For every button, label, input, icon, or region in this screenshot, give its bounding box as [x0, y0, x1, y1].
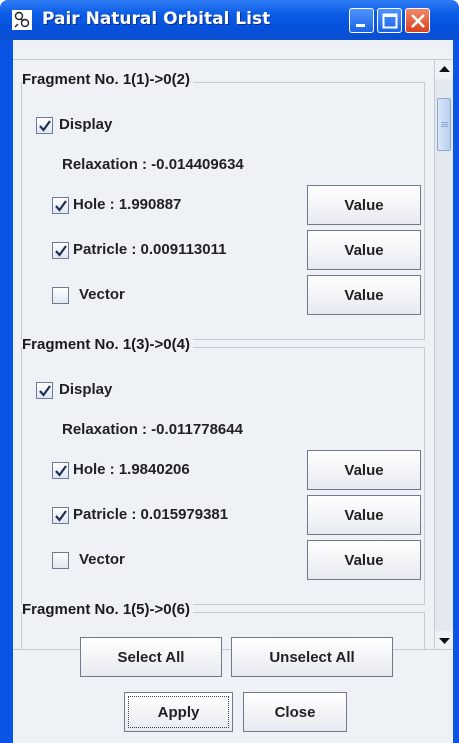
vector-value-button[interactable]: Value [307, 540, 421, 580]
triangle-up-icon [439, 66, 450, 72]
hole-checkbox[interactable] [52, 197, 69, 214]
particle-checkbox[interactable] [52, 507, 69, 524]
close-window-button[interactable] [405, 8, 430, 33]
molecule-icon [11, 9, 33, 31]
fragment-title: Fragment No. 1(3)->0(4) [22, 336, 193, 353]
scroll-up-button[interactable] [435, 60, 453, 79]
focus-ring [128, 696, 229, 728]
vector-label: Vector [79, 286, 125, 303]
checkmark-icon [55, 510, 67, 522]
scrollbar-thumb[interactable] [437, 98, 451, 151]
checkmark-icon [39, 120, 51, 132]
display-label: Display [59, 116, 113, 133]
fragment-title: Fragment No. 1(1)->0(2) [22, 71, 193, 88]
close-button[interactable]: Close [243, 692, 347, 732]
hole-checkbox[interactable] [52, 462, 69, 479]
display-checkbox[interactable] [36, 382, 53, 399]
maximize-icon [382, 13, 398, 29]
hole-value-button[interactable]: Value [307, 450, 421, 490]
vertical-scrollbar[interactable] [434, 60, 453, 649]
vector-checkbox[interactable] [52, 287, 69, 304]
checkmark-icon [39, 385, 51, 397]
display-label: Display [59, 381, 113, 398]
scroll-down-button[interactable] [435, 631, 453, 649]
particle-label: Patricle : 0.009113011 [73, 241, 227, 258]
select-all-button[interactable]: Select All [80, 637, 222, 677]
fragment-scroll-pane[interactable]: Fragment No. 1(1)->0(2) Display Relaxati… [13, 59, 453, 650]
relaxation-value: Relaxation : -0.011778644 [62, 421, 243, 438]
maximize-button[interactable] [377, 8, 402, 33]
fragment-title: Fragment No. 1(5)->0(6) [22, 601, 193, 618]
particle-value-button[interactable]: Value [307, 230, 421, 270]
checkmark-icon [55, 245, 67, 257]
thumb-grip-line [441, 122, 448, 123]
fragment-panel: Fragment No. 1(3)->0(4) Display Relaxati… [21, 336, 425, 605]
vector-label: Vector [79, 551, 125, 568]
apply-button[interactable]: Apply [124, 692, 233, 732]
window-frame-left [0, 40, 13, 743]
window-frame-right [453, 40, 459, 743]
vector-checkbox[interactable] [52, 552, 69, 569]
checkmark-icon [55, 465, 67, 477]
pair-natural-orbital-window: Pair Natural Orbital List Fragment No. 1… [0, 0, 459, 743]
checkmark-icon [55, 200, 67, 212]
minimize-icon [356, 24, 365, 27]
window-content: Fragment No. 1(1)->0(2) Display Relaxati… [13, 40, 453, 743]
thumb-grip-line [441, 126, 448, 127]
hole-label: Hole : 1.990887 [73, 196, 182, 213]
thumb-grip-line [441, 124, 448, 125]
close-icon [411, 14, 425, 28]
unselect-all-button[interactable]: Unselect All [231, 637, 393, 677]
title-bar[interactable]: Pair Natural Orbital List [0, 0, 459, 40]
vector-value-button[interactable]: Value [307, 275, 421, 315]
particle-label: Patricle : 0.015979381 [73, 506, 229, 523]
minimize-button[interactable] [349, 8, 374, 33]
hole-value-button[interactable]: Value [307, 185, 421, 225]
triangle-down-icon [439, 638, 450, 644]
relaxation-value: Relaxation : -0.014409634 [62, 156, 244, 173]
display-checkbox[interactable] [36, 117, 53, 134]
window-title: Pair Natural Orbital List [42, 9, 271, 29]
fragment-panel: Fragment No. 1(1)->0(2) Display Relaxati… [21, 71, 425, 340]
particle-checkbox[interactable] [52, 242, 69, 259]
particle-value-button[interactable]: Value [307, 495, 421, 535]
hole-label: Hole : 1.9840206 [73, 461, 190, 478]
